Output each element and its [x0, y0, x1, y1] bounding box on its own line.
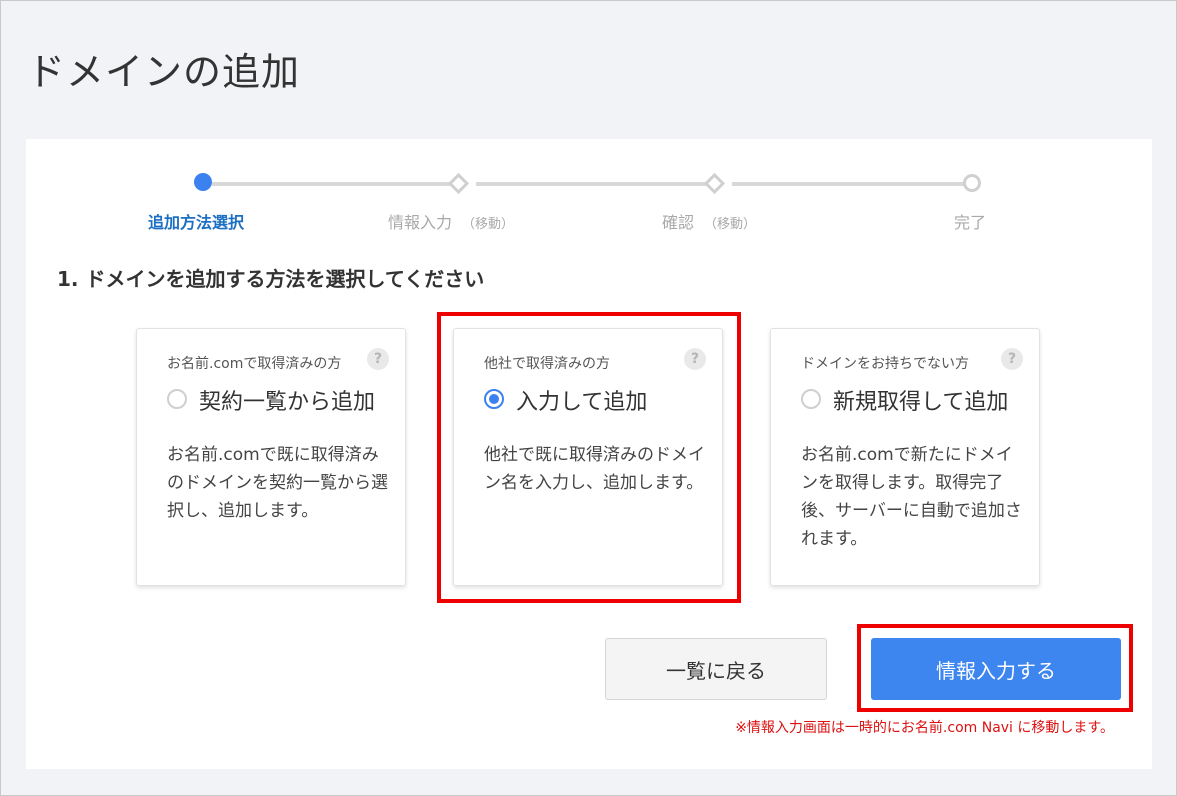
step-label-info: 情報入力 （移動）	[388, 213, 515, 232]
page-title: ドメインの追加	[27, 50, 301, 94]
radio-contract-list[interactable]	[167, 389, 187, 409]
main-panel: 追加方法選択 情報入力 （移動） 確認 （移動） 完了 1. ドメインを追加する方法…	[26, 139, 1152, 769]
step-indicator-ring	[963, 174, 981, 192]
highlight-box	[857, 624, 1133, 712]
progress-stepper: 追加方法選択 情報入力 （移動） 確認 （移動） 完了	[26, 139, 1152, 239]
help-icon[interactable]: ?	[1001, 348, 1023, 370]
navi-redirect-note: ※情報入力画面は一時的にお名前.com Navi に移動します。	[735, 720, 1114, 736]
step-connector	[476, 182, 716, 186]
back-to-list-button[interactable]: 一覧に戻る	[605, 638, 827, 700]
option-description: お名前.comで新たにドメインを取得します。取得完了後、サーバーに自動で追加され…	[801, 445, 1022, 549]
help-icon[interactable]: ?	[367, 348, 389, 370]
step-connector	[212, 182, 460, 186]
step-indicator-active	[194, 173, 212, 191]
step-label-complete: 完了	[954, 213, 987, 232]
option-card-new-registration[interactable]: ドメインをお持ちでない方 ? 新規取得して追加 お名前.comで新たにドメインを…	[770, 328, 1040, 586]
section-heading: 1. ドメインを追加する方法を選択してください	[57, 267, 485, 291]
step-indicator-diamond	[703, 172, 726, 195]
option-card-contract-list[interactable]: お名前.comで取得済みの方 ? 契約一覧から追加 お名前.comで既に取得済み…	[136, 328, 406, 586]
radio-new-registration[interactable]	[801, 389, 821, 409]
step-label-method: 追加方法選択	[148, 213, 245, 232]
step-label-confirm: 確認 （移動）	[662, 213, 757, 232]
highlight-box	[437, 312, 741, 603]
option-description: お名前.comで既に取得済みのドメインを契約一覧から選択し、追加します。	[167, 445, 388, 521]
option-subtitle: ドメインをお持ちでない方	[801, 356, 969, 372]
option-subtitle: お名前.comで取得済みの方	[167, 356, 342, 372]
option-label[interactable]: 契約一覧から追加	[199, 384, 375, 416]
step-connector	[732, 182, 964, 186]
option-label[interactable]: 新規取得して追加	[833, 384, 1008, 416]
step-indicator-diamond	[447, 172, 470, 195]
